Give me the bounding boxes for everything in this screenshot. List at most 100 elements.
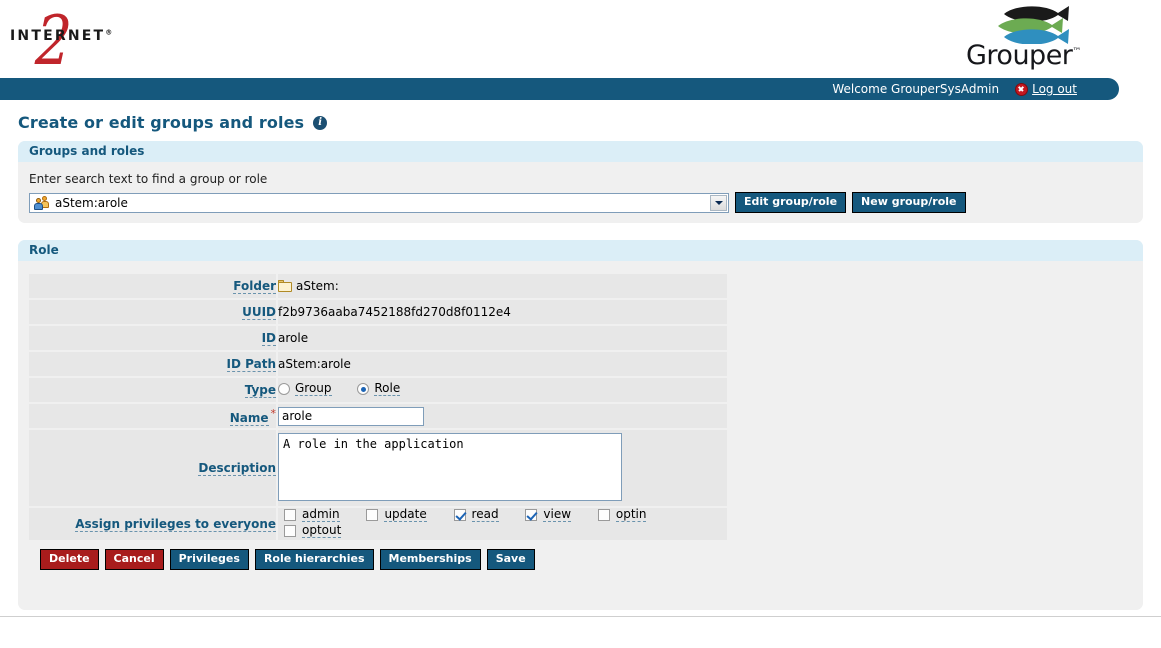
info-icon[interactable]: i	[313, 115, 328, 130]
role-form-table: Folder aStem: UUID f2b9736aaba7452188fd2…	[29, 274, 727, 542]
type-radio-group: Group	[278, 382, 332, 396]
type-label[interactable]: Type	[244, 383, 276, 398]
combobox-selected-value-wrap: aStem:arole	[30, 195, 128, 210]
role-panel: Role Folder aStem: UUID f2b9736aaba74521…	[18, 240, 1143, 610]
search-row: aStem:arole Edit group/role New group/ro…	[29, 192, 1143, 213]
id-label[interactable]: ID	[261, 331, 276, 346]
privilege-update: update	[366, 508, 427, 522]
groups-and-roles-panel-body: Enter search text to find a group or rol…	[18, 162, 1143, 223]
folder-icon	[278, 280, 292, 292]
description-label[interactable]: Description	[198, 461, 276, 476]
table-row-folder: Folder aStem:	[29, 274, 727, 300]
id-path-label[interactable]: ID Path	[226, 357, 276, 372]
checkbox-optin-label[interactable]: optin	[615, 508, 647, 522]
delete-circle-icon	[1015, 82, 1029, 96]
table-row-id-path: ID Path aStem:arole	[29, 351, 727, 378]
name-label-cell: Name *	[29, 403, 278, 430]
required-marker: *	[270, 406, 277, 420]
combobox-selected-value: aStem:arole	[55, 195, 128, 210]
radio-type-group-label[interactable]: Group	[295, 382, 332, 396]
groups-and-roles-panel-header: Groups and roles	[18, 141, 1143, 162]
privilege-admin: admin	[284, 508, 340, 522]
edit-group-role-button[interactable]: Edit group/role	[735, 192, 847, 213]
name-label[interactable]: Name	[229, 411, 269, 426]
checkbox-update[interactable]	[366, 509, 379, 521]
welcome-text: Welcome GrouperSysAdmin	[832, 82, 1000, 96]
folder-label[interactable]: Folder	[233, 279, 276, 294]
grouper-fish-icon	[998, 6, 1069, 45]
panel-bottom-spacer	[29, 570, 1143, 610]
save-button[interactable]: Save	[486, 549, 535, 570]
id-label-cell: ID	[29, 325, 278, 352]
table-row-type: Type Group Role	[29, 377, 727, 404]
folder-label-cell: Folder	[29, 274, 278, 300]
grouper-wordmark: Grouper™	[966, 40, 1081, 71]
privilege-read: read	[453, 508, 499, 522]
privileges-label-cell: Assign privileges to everyone	[29, 507, 278, 542]
table-row-uuid: UUID f2b9736aaba7452188fd270d8f0112e4	[29, 299, 727, 326]
name-input[interactable]	[278, 406, 424, 426]
type-radio-role-wrap: Role	[357, 382, 401, 396]
table-row-id: ID arole	[29, 325, 727, 352]
group-people-icon	[34, 195, 50, 210]
table-row-name: Name *	[29, 403, 727, 430]
logout-group[interactable]: Log out	[1015, 78, 1077, 100]
uuid-label-cell: UUID	[29, 299, 278, 326]
folder-value-cell: aStem:	[277, 274, 727, 300]
delete-button[interactable]: Delete	[40, 549, 99, 570]
checkbox-optout-label[interactable]: optout	[302, 524, 342, 538]
privileges-label[interactable]: Assign privileges to everyone	[75, 517, 276, 532]
internet2-logo: 2 INTERNET®	[10, 2, 120, 81]
role-action-buttons: Delete Cancel Privileges Role hierarchie…	[40, 549, 1143, 570]
checkbox-optout[interactable]	[284, 525, 296, 537]
group-or-role-search-input[interactable]: aStem:arole	[29, 192, 729, 213]
welcome-bar: Welcome GrouperSysAdmin Log out	[0, 78, 1119, 100]
chevron-down-icon[interactable]	[710, 194, 727, 211]
type-label-cell: Type	[29, 377, 278, 404]
folder-value: aStem:	[296, 279, 339, 293]
cancel-button[interactable]: Cancel	[104, 549, 164, 570]
page-title: Create or edit groups and roles	[18, 113, 305, 132]
checkbox-admin[interactable]	[284, 509, 296, 521]
privilege-view: view	[525, 508, 572, 522]
privileges-button[interactable]: Privileges	[169, 549, 249, 570]
checkbox-update-label[interactable]: update	[384, 508, 427, 522]
uuid-value: f2b9736aaba7452188fd270d8f0112e4	[277, 299, 727, 326]
table-row-privileges: Assign privileges to everyone admin upda…	[29, 507, 727, 542]
internet2-word-text: INTERNET	[10, 28, 106, 44]
radio-type-role-label[interactable]: Role	[374, 382, 401, 396]
description-textarea[interactable]: A role in the application	[278, 432, 622, 501]
logout-link[interactable]: Log out	[1032, 78, 1077, 100]
grouper-trademark: ™	[1072, 47, 1082, 57]
type-value-cell: Group Role	[277, 377, 727, 404]
internet2-registered-mark: ®	[105, 28, 113, 37]
privileges-value-cell: admin update read view optin optout	[277, 507, 727, 542]
groups-and-roles-panel: Groups and roles Enter search text to fi…	[18, 141, 1143, 223]
checkbox-optin[interactable]	[597, 509, 610, 521]
checkbox-read[interactable]	[453, 509, 466, 521]
name-value-cell	[277, 403, 727, 430]
role-panel-header: Role	[18, 240, 1143, 261]
radio-type-group[interactable]	[278, 383, 290, 395]
id-path-label-cell: ID Path	[29, 351, 278, 378]
grouper-logo: Grouper™	[966, 4, 1089, 71]
page-title-row: Create or edit groups and roles i	[18, 113, 1161, 132]
privilege-optin: optin	[597, 508, 647, 522]
site-header: 2 INTERNET® Grouper™	[0, 0, 1161, 81]
uuid-label[interactable]: UUID	[242, 305, 276, 320]
new-group-role-button[interactable]: New group/role	[852, 192, 966, 213]
checkbox-view-label[interactable]: view	[543, 508, 572, 522]
memberships-button[interactable]: Memberships	[379, 549, 481, 570]
checkbox-view[interactable]	[525, 509, 538, 521]
radio-type-role[interactable]	[357, 383, 370, 395]
description-label-cell: Description	[29, 429, 278, 508]
description-value-cell: A role in the application	[277, 429, 727, 508]
role-form: Folder aStem: UUID f2b9736aaba7452188fd2…	[18, 261, 1143, 610]
grouper-word-text: Grouper	[966, 40, 1073, 71]
table-row-description: Description A role in the application	[29, 429, 727, 508]
checkbox-admin-label[interactable]: admin	[302, 508, 340, 522]
role-hierarchies-button[interactable]: Role hierarchies	[254, 549, 374, 570]
checkbox-read-label[interactable]: read	[471, 508, 499, 522]
privilege-optout: optout	[284, 524, 342, 538]
id-path-value: aStem:arole	[277, 351, 727, 378]
